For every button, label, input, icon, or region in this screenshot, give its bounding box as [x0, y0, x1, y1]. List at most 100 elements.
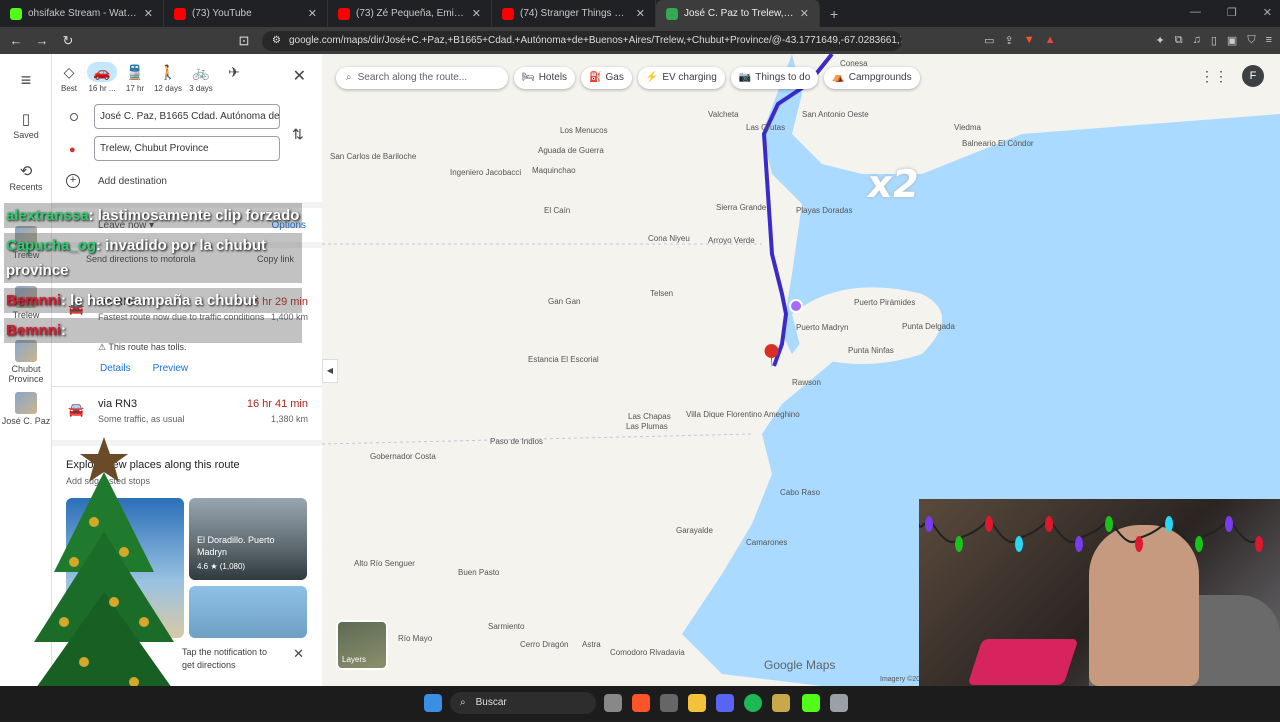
discord-icon[interactable]: [716, 694, 734, 712]
spotify-icon[interactable]: [744, 694, 762, 712]
wallet-icon[interactable]: ▣: [1227, 34, 1237, 47]
github-icon[interactable]: [660, 694, 678, 712]
close-directions-icon[interactable]: ✕: [293, 66, 306, 86]
map-place-label[interactable]: Sarmiento: [488, 622, 524, 632]
map-place-label[interactable]: Punta Ninfas: [848, 346, 894, 356]
sidebar-icon[interactable]: ▯: [1211, 34, 1217, 47]
map-place-label[interactable]: Gobernador Costa: [370, 452, 436, 462]
map-place-label[interactable]: Estancia El Escorial: [528, 355, 599, 365]
add-destination-button[interactable]: + Add destination: [66, 174, 167, 188]
details-link[interactable]: Details: [100, 363, 131, 374]
browser-tab[interactable]: (73) YouTube ✕: [164, 0, 328, 27]
site-info-icon[interactable]: ⚙: [272, 35, 281, 46]
rail-recents[interactable]: ⟲ Recents: [0, 162, 52, 192]
menu-icon[interactable]: ≡: [1266, 34, 1272, 47]
chip-campgrounds[interactable]: ⛺ Campgrounds: [824, 67, 920, 89]
swap-icon[interactable]: ⇅: [292, 126, 304, 143]
account-avatar[interactable]: F: [1242, 65, 1264, 87]
map-place-label[interactable]: San Antonio Oeste: [802, 110, 869, 120]
chip-things-to-do[interactable]: 📷 Things to do: [730, 67, 819, 89]
map-place-label[interactable]: Telsen: [650, 289, 673, 299]
back-icon[interactable]: ←: [8, 33, 24, 48]
map-place-label[interactable]: Paso de Indios: [490, 437, 543, 447]
preview-link[interactable]: Preview: [153, 363, 189, 374]
close-window-icon[interactable]: ✕: [1263, 6, 1272, 19]
rail-recent-jose-c-paz[interactable]: José C. Paz: [0, 392, 52, 426]
maximize-icon[interactable]: ❐: [1227, 6, 1237, 19]
travel-mode-tab[interactable]: 🚲 3 days: [185, 62, 217, 93]
close-tab-icon[interactable]: ✕: [636, 7, 645, 20]
music-icon[interactable]: ♫: [1193, 34, 1201, 47]
map-place-label[interactable]: Maquinchao: [532, 166, 576, 176]
map-place-label[interactable]: Gan Gan: [548, 297, 580, 307]
close-tab-icon[interactable]: ✕: [308, 7, 317, 20]
map-place-label[interactable]: Valcheta: [708, 110, 739, 120]
vpn-icon[interactable]: ⛉: [1247, 34, 1255, 47]
map-place-label[interactable]: Camarones: [746, 538, 787, 548]
map-place-label[interactable]: Río Mayo: [398, 634, 432, 644]
map-place-label[interactable]: Ingeniero Jacobacci: [450, 168, 521, 178]
kick-icon[interactable]: [802, 694, 820, 712]
map-place-label[interactable]: Astra: [582, 640, 601, 650]
map-place-label[interactable]: Sierra Grande: [716, 203, 766, 213]
map-place-label[interactable]: Villa Dique Florentino Ameghino: [686, 410, 800, 420]
map-place-label[interactable]: Punta Delgada: [902, 322, 955, 332]
chip-hotels[interactable]: 🛏 Hotels: [514, 67, 576, 89]
close-tab-icon[interactable]: ✕: [800, 7, 809, 20]
collapse-panel-button[interactable]: ◀: [322, 359, 338, 383]
map-place-label[interactable]: Playas Doradas: [796, 206, 852, 216]
destination-field[interactable]: Trelew, Chubut Province: [94, 136, 280, 161]
search-along-route-input[interactable]: ⌕ Search along the route...: [336, 67, 508, 89]
apps-grid-icon[interactable]: ⋮⋮: [1200, 68, 1228, 85]
url-field[interactable]: ⚙ google.com/maps/dir/José+C.+Paz,+B1665…: [262, 30, 902, 51]
travel-mode-tab[interactable]: 🚆 17 hr: [119, 62, 151, 93]
travel-mode-tab[interactable]: ✈: [218, 62, 250, 84]
browser-tab[interactable]: (73) Zé Pequeña, Emirsito - TWINZ (V ✕: [328, 0, 492, 27]
close-icon[interactable]: ✕: [293, 646, 304, 662]
browser-tab[interactable]: (74) Stranger Things 5 | Tráiler del vo ✕: [492, 0, 656, 27]
place-card[interactable]: [189, 586, 307, 638]
map-place-label[interactable]: Rawson: [792, 378, 821, 388]
map-place-label[interactable]: Comodoro Rivadavia: [610, 648, 685, 658]
travel-mode-tab[interactable]: 🚗 16 hr ...: [86, 62, 118, 93]
map-place-label[interactable]: Buen Pasto: [458, 568, 499, 578]
share-icon[interactable]: ⇪: [1005, 34, 1014, 47]
map-place-label[interactable]: Puerto Pirámides: [854, 298, 915, 308]
map-place-label[interactable]: Cabo Raso: [780, 488, 820, 498]
chip-gas[interactable]: ⛽ Gas: [581, 67, 632, 89]
extension-icon[interactable]: ✦: [1156, 34, 1165, 47]
map-place-label[interactable]: Garayalde: [676, 526, 713, 536]
rewards-icon[interactable]: ▲: [1045, 34, 1056, 47]
origin-field[interactable]: José C. Paz, B1665 Cdad. Autónoma de B: [94, 104, 280, 129]
menu-icon[interactable]: ≡: [0, 70, 52, 91]
map-place-label[interactable]: Cona Niyeu: [648, 234, 690, 244]
map-place-label[interactable]: San Carlos de Bariloche: [330, 152, 416, 162]
task-view-icon[interactable]: [604, 694, 622, 712]
folder-icon[interactable]: [688, 694, 706, 712]
rail-saved[interactable]: ▯ Saved: [0, 110, 52, 140]
map-place-label[interactable]: Los Menucos: [560, 126, 608, 136]
brave-icon[interactable]: [632, 694, 650, 712]
travel-mode-tab[interactable]: 🚶 12 days: [152, 62, 184, 93]
windows-start-icon[interactable]: [424, 694, 442, 712]
brave-shield-icon[interactable]: ▼: [1024, 34, 1035, 47]
layers-button[interactable]: Layers: [336, 620, 388, 670]
map-place-label[interactable]: Cerro Dragón: [520, 640, 568, 650]
map-place-label[interactable]: Alto Río Senguer: [354, 559, 415, 569]
travel-mode-tab[interactable]: ◇ Best: [53, 62, 85, 93]
forward-icon[interactable]: →: [34, 33, 50, 48]
map-place-label[interactable]: Las Grutas: [746, 123, 785, 133]
puzzle-icon[interactable]: ⧉: [1175, 34, 1183, 47]
app-icon[interactable]: [772, 694, 790, 712]
map-place-label[interactable]: Arroyo Verde: [708, 236, 755, 246]
reload-icon[interactable]: ↻: [60, 33, 76, 49]
taskbar-search[interactable]: ⌕ Buscar: [450, 692, 596, 714]
new-tab-icon[interactable]: +: [820, 6, 848, 22]
map-place-label[interactable]: Conesa: [840, 59, 868, 69]
browser-tab[interactable]: ohsifake Stream - Watch Live on ✕: [0, 0, 164, 27]
browser-tab[interactable]: José C. Paz to Trelew, Chubut Pr ✕: [656, 0, 820, 27]
close-tab-icon[interactable]: ✕: [472, 7, 481, 20]
minimize-icon[interactable]: —: [1190, 6, 1201, 19]
close-tab-icon[interactable]: ✕: [144, 7, 153, 20]
map-place-label[interactable]: Viedma: [954, 123, 981, 133]
